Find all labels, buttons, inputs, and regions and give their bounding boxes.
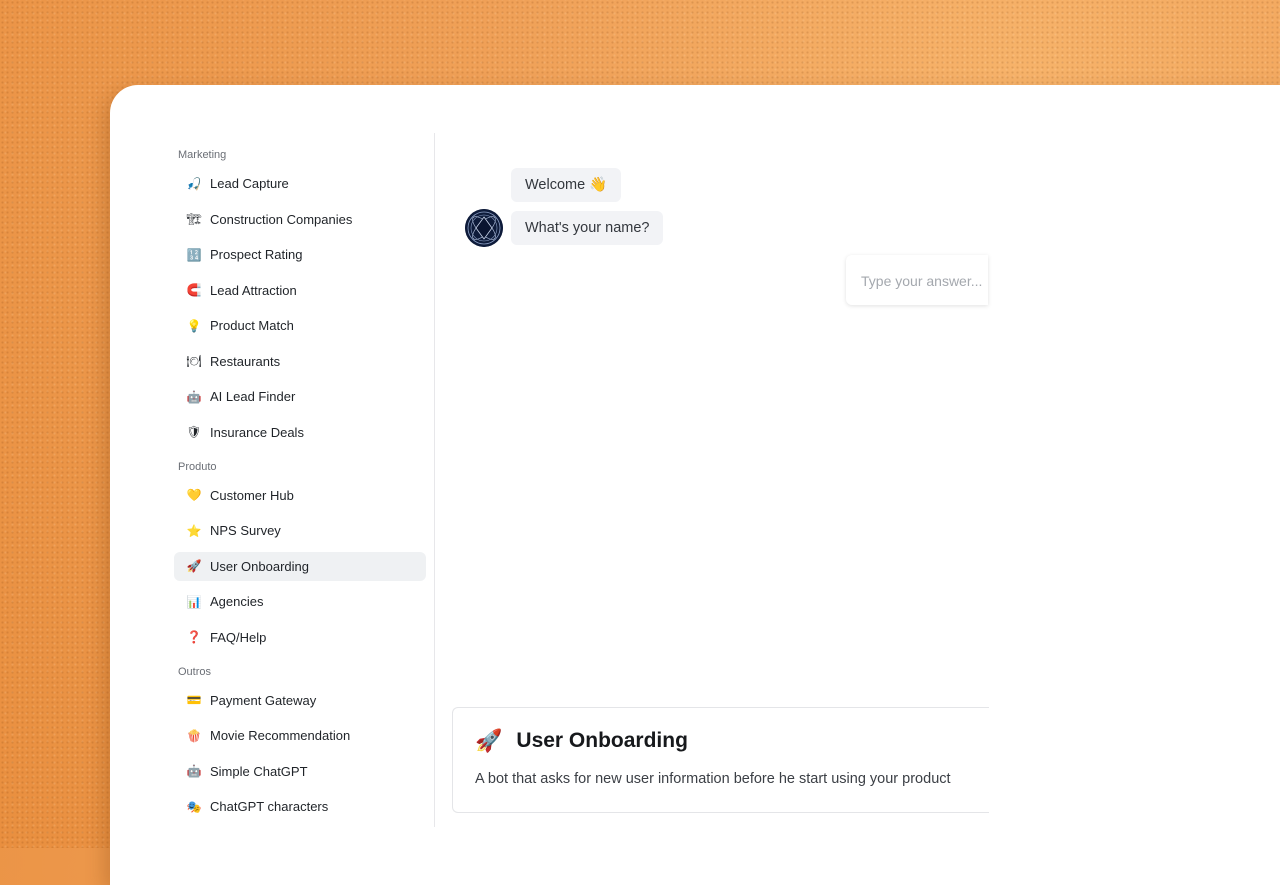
bot-logo-icon [465,209,503,247]
section-title-outros: Outros [178,665,212,678]
sidebar-item-payment-gateway[interactable]: 💳 Payment Gateway [174,686,426,715]
star-icon: ⭐ [186,523,202,538]
answer-box [846,255,993,307]
robot-icon: 🤖 [186,389,202,404]
sidebar-item-label: Lead Capture [210,176,289,191]
sidebar-item-user-onboarding[interactable]: 🚀 User Onboarding [174,551,426,581]
sidebar-item-label: Payment Gateway [210,692,317,708]
sidebar-item-nps-survey[interactable]: ⭐ NPS Survey [174,516,426,545]
section-title-marketing: Marketing [178,149,227,161]
heart-icon: 💛 [186,488,202,502]
shield-icon: 🛡 [186,425,202,439]
sidebar-item-label: Simple ChatGPT [210,763,308,779]
sidebar-item-movie-recommendation[interactable]: 🍿 Movie Recommendation [174,721,426,750]
card-title-row: 🚀 User Onboarding [475,728,688,754]
answer-input[interactable] [846,255,993,307]
chat-message-welcome: Welcome 👋 [511,168,622,202]
masks-icon: 🎭 [186,799,202,814]
sidebar-item-label: AI Lead Finder [210,389,296,404]
sidebar-item-chatgpt-characters[interactable]: 🎭 ChatGPT characters [174,792,426,821]
sidebar-item-label: Prospect Rating [210,247,303,262]
question-mark-icon: ❓ [186,630,202,644]
construction-icon: 🏗 [186,212,202,226]
sidebar-item-lead-attraction[interactable]: 🧲 Lead Attraction [174,276,426,305]
sidebar-item-ai-lead-finder[interactable]: 🤖 AI Lead Finder [174,382,426,411]
sidebar-item-label: Construction Companies [210,211,353,227]
sidebar-item-label: User Onboarding [210,558,309,574]
card-title: User Onboarding [516,729,688,752]
sidebar-item-label: Restaurants [210,353,281,369]
numbers-icon: 🔢 [186,247,202,262]
chat-preview: Welcome 👋 What's your name? 🚀 User Onboa… [435,133,993,827]
fishing-pole-icon: 🎣 [186,176,202,191]
sidebar-item-label: Lead Attraction [210,282,297,298]
sidebar-item-label: FAQ/Help [210,629,267,645]
rocket-icon: 🚀 [186,559,202,573]
bot-avatar [465,209,503,247]
sidebar-item-label: ChatGPT characters [210,799,329,814]
sidebar-item-label: Product Match [210,318,294,333]
card-description: A bot that asks for new user information… [475,771,951,787]
sidebar-item-label: Customer Hub [210,487,294,503]
sidebar-item-simple-chatgpt[interactable]: 🤖 Simple ChatGPT [174,757,426,786]
lightbulb-icon: 💡 [186,318,202,333]
sidebar-item-restaurants[interactable]: 🍽 Restaurants [174,347,426,376]
section-title-produto: Produto [178,460,217,473]
sidebar-item-construction-companies[interactable]: 🏗 Construction Companies [174,205,426,234]
plate-icon: 🍽 [186,354,202,368]
sidebar-item-faq-help[interactable]: ❓ FAQ/Help [174,623,426,652]
chat-message-question: What's your name? [511,211,664,245]
app-window: Marketing 🎣 Lead Capture 🏗 Construction Co… [110,85,1280,885]
bot-info-card: 🚀 User Onboarding A bot that asks for ne… [452,707,989,813]
sidebar-item-agencies[interactable]: 📊 Agencies [174,587,426,616]
bar-chart-icon: 📊 [186,594,202,609]
sidebar-item-customer-hub[interactable]: 💛 Customer Hub [174,481,426,510]
sidebar-item-lead-capture[interactable]: 🎣 Lead Capture [174,169,426,198]
magnet-icon: 🧲 [186,283,202,297]
popcorn-icon: 🍿 [186,728,202,743]
sidebar-item-product-match[interactable]: 💡 Product Match [174,311,426,340]
sidebar-item-insurance-deals[interactable]: 🛡 Insurance Deals [174,418,426,447]
sidebar-item-prospect-rating[interactable]: 🔢 Prospect Rating [174,240,426,269]
robot-icon: 🤖 [186,764,202,778]
credit-card-icon: 💳 [186,693,202,707]
sidebar: Marketing 🎣 Lead Capture 🏗 Construction Co… [170,133,435,827]
sidebar-item-label: NPS Survey [210,523,281,538]
rocket-icon: 🚀 [475,728,503,753]
sidebar-item-label: Movie Recommendation [210,728,351,743]
sidebar-item-label: Agencies [210,594,264,609]
sidebar-item-label: Insurance Deals [210,424,304,440]
